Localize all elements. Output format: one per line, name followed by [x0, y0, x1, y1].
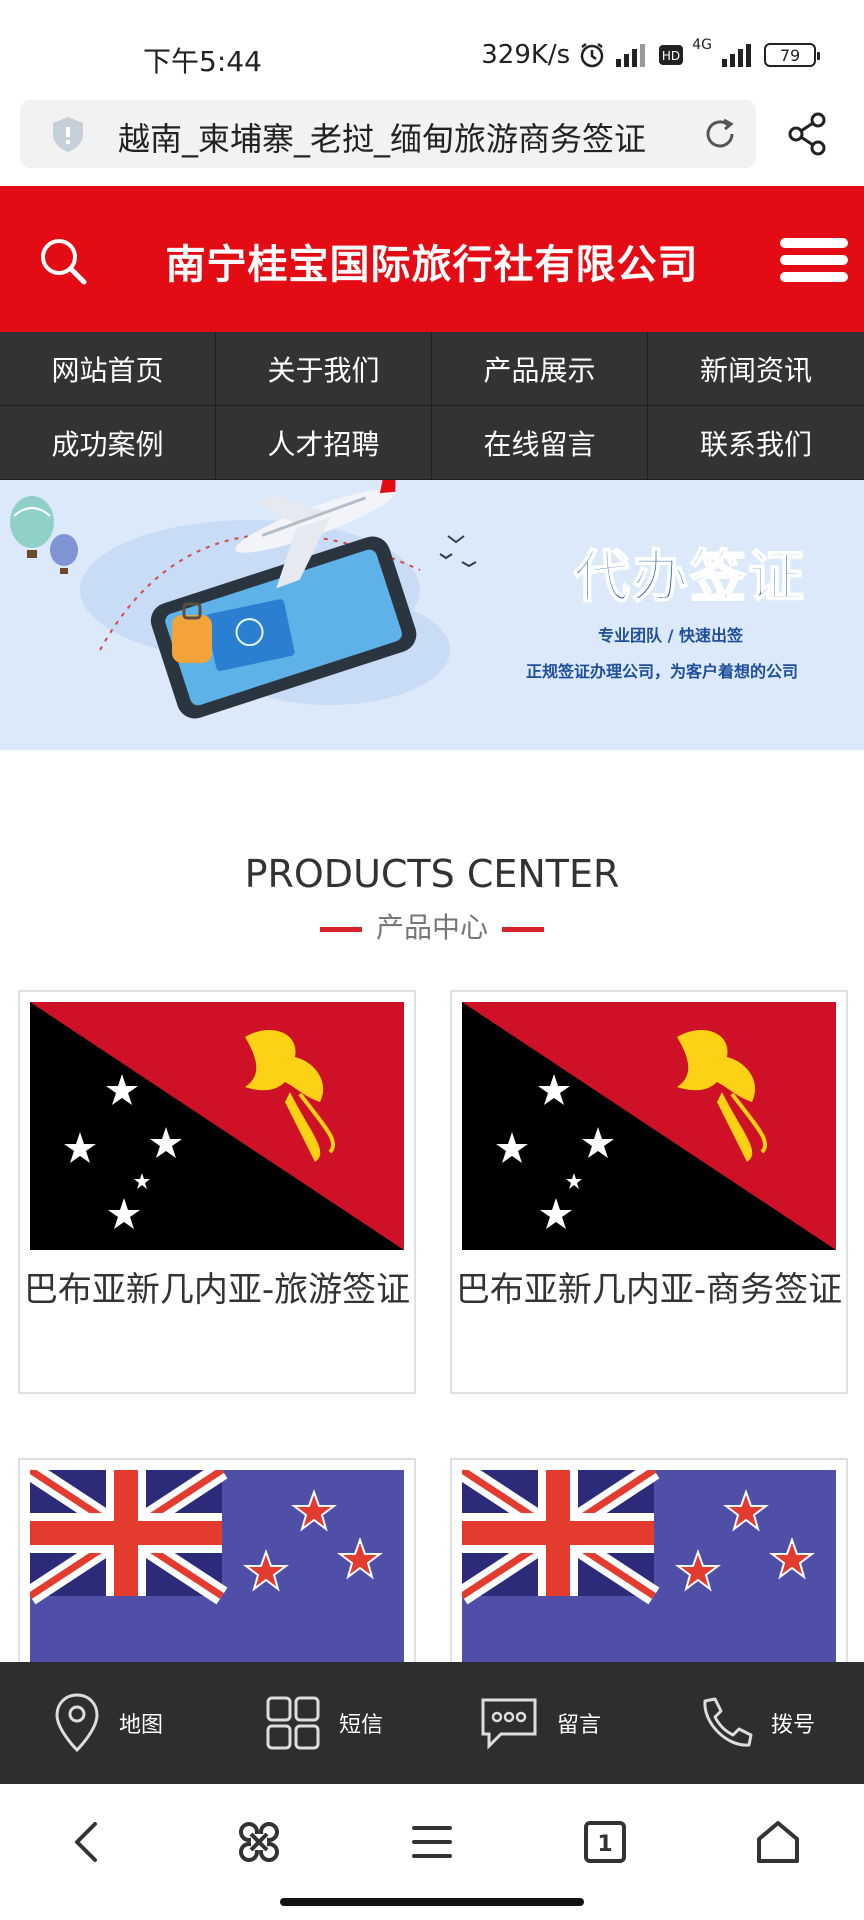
- banner-illustration: [10, 480, 477, 719]
- back-button[interactable]: [56, 1812, 116, 1872]
- map-button[interactable]: 地图: [0, 1662, 216, 1784]
- product-name: 巴布亚新几内亚-商务签证: [455, 1270, 843, 1310]
- products-subtitle: 产品中心: [0, 906, 864, 946]
- message-button[interactable]: 留言: [432, 1662, 648, 1784]
- banner-subtitle: 专业团队 / 快速出签: [598, 626, 743, 645]
- menu-icon[interactable]: [780, 238, 848, 282]
- tabs-icon: 1: [583, 1821, 626, 1863]
- battery-icon: 79: [764, 43, 820, 67]
- main-nav: 网站首页 关于我们 产品展示 新闻资讯 成功案例 人才招聘 在线留言 联系我们: [0, 332, 864, 480]
- map-label: 地图: [118, 1713, 163, 1738]
- command-icon: [239, 1822, 280, 1862]
- shield-icon: [53, 117, 83, 152]
- signal-icon: [616, 44, 646, 67]
- share-icon[interactable]: [786, 112, 828, 156]
- tabs-button[interactable]: 1: [575, 1812, 635, 1872]
- home-icon: [756, 1821, 799, 1863]
- menu-button[interactable]: [402, 1812, 462, 1872]
- grid-icon: [266, 1696, 320, 1750]
- call-label: 拨号: [770, 1713, 815, 1738]
- url-title[interactable]: 越南_柬埔寨_老挝_缅甸旅游商务签证: [118, 114, 698, 160]
- nav-item-home[interactable]: 网站首页: [0, 332, 216, 406]
- nav-item-contact[interactable]: 联系我们: [648, 406, 864, 480]
- sms-label: 短信: [338, 1713, 383, 1738]
- signal-4g-icon: [722, 44, 751, 67]
- contact-action-bar: 地图 短信 留言 拨号: [0, 1662, 864, 1784]
- status-icons: 329K/s HD 4G 79: [481, 37, 820, 70]
- apps-button[interactable]: [229, 1812, 289, 1872]
- status-bar: 下午5:44 329K/s HD 4G 79: [0, 0, 864, 100]
- map-pin-icon: [55, 1693, 99, 1753]
- png-flag-icon: [30, 1002, 404, 1250]
- nav-item-products[interactable]: 产品展示: [432, 332, 648, 406]
- battery-level: 79: [779, 45, 801, 65]
- png-flag-icon: [462, 1002, 836, 1250]
- product-name: 巴布亚新几内亚-旅游签证: [23, 1270, 411, 1310]
- nav-item-jobs[interactable]: 人才招聘: [216, 406, 432, 480]
- nav-item-about[interactable]: 关于我们: [216, 332, 432, 406]
- message-icon: [481, 1698, 537, 1750]
- alarm-icon: [580, 43, 604, 68]
- phone-icon: [703, 1697, 753, 1747]
- network-label: 4G: [692, 37, 712, 53]
- nav-item-cases[interactable]: 成功案例: [0, 406, 216, 480]
- banner-title: 代办签证: [573, 544, 806, 611]
- url-bar[interactable]: 越南_柬埔寨_老挝_缅甸旅游商务签证: [20, 100, 756, 168]
- sms-button[interactable]: 短信: [216, 1662, 432, 1784]
- nav-item-news[interactable]: 新闻资讯: [648, 332, 864, 406]
- visa-banner[interactable]: 代办签证 专业团队 / 快速出签 正规签证办理公司，为客户着想的公司: [0, 480, 864, 750]
- site-header: 南宁桂宝国际旅行社有限公司: [0, 186, 864, 332]
- call-button[interactable]: 拨号: [648, 1662, 864, 1784]
- back-icon: [75, 1822, 98, 1862]
- reload-icon[interactable]: [700, 114, 740, 154]
- home-indicator[interactable]: [280, 1898, 584, 1906]
- nav-item-message[interactable]: 在线留言: [432, 406, 648, 480]
- message-label: 留言: [556, 1713, 601, 1738]
- products-title: PRODUCTS CENTER: [244, 852, 620, 896]
- hamburger-icon: [411, 1826, 452, 1858]
- status-time: 下午5:44: [143, 45, 262, 78]
- hd-icon: HD: [659, 45, 684, 65]
- svg-text:1: 1: [597, 1832, 612, 1857]
- product-card[interactable]: 巴布亚新几内亚-商务签证: [450, 990, 848, 1394]
- home-button[interactable]: [748, 1812, 808, 1872]
- svg-text:HD: HD: [662, 49, 680, 63]
- banner-tagline: 正规签证办理公司，为客户着想的公司: [526, 662, 799, 681]
- net-speed: 329K/s: [481, 40, 571, 70]
- company-name: 南宁桂宝国际旅行社有限公司: [165, 242, 699, 288]
- product-card[interactable]: 巴布亚新几内亚-旅游签证: [18, 990, 416, 1394]
